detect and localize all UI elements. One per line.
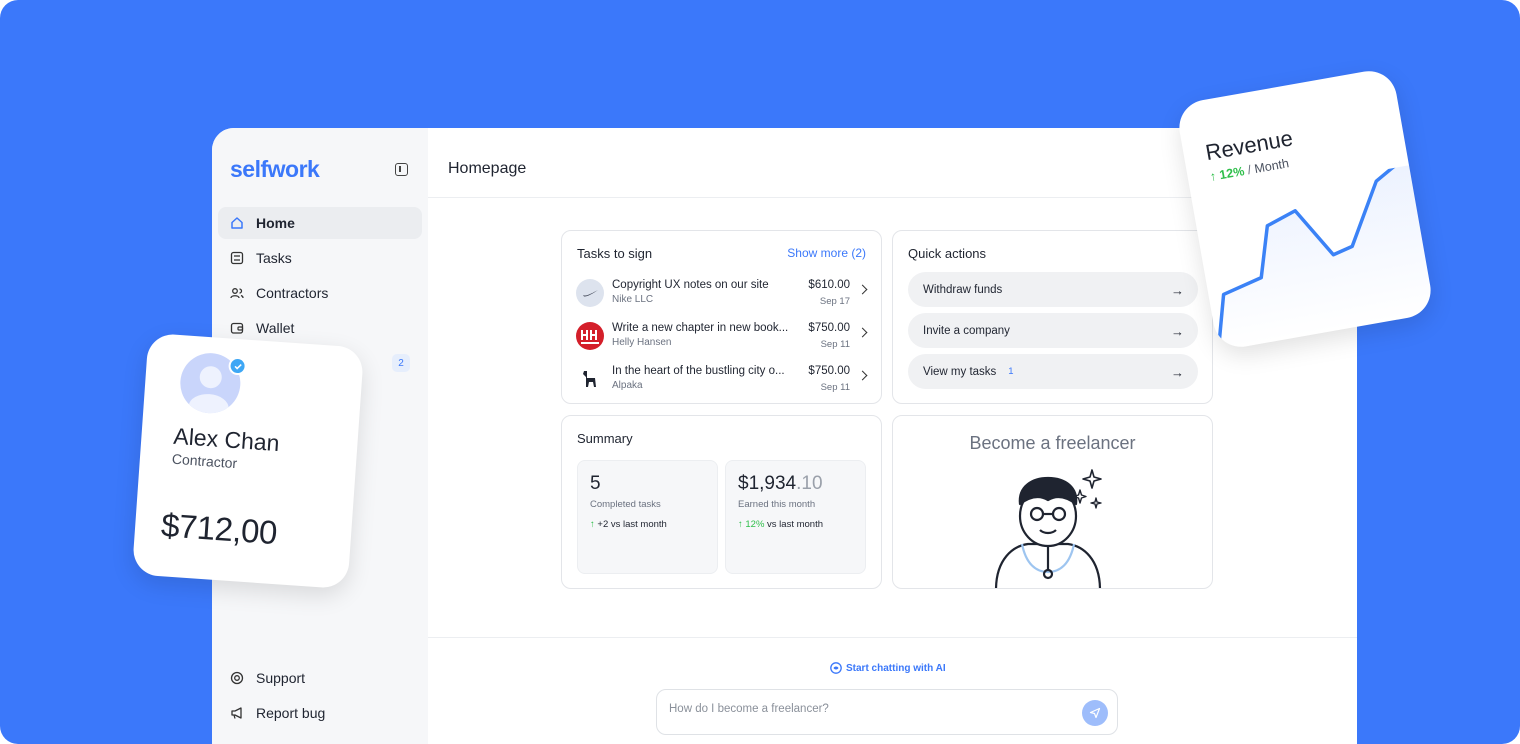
revenue-card: Revenue ↑ 12% / Month bbox=[1174, 66, 1436, 352]
send-button[interactable] bbox=[1082, 700, 1108, 726]
chevron-right-icon bbox=[857, 284, 868, 295]
show-more-link[interactable]: Show more (2) bbox=[787, 246, 866, 260]
summary-card: Summary 5 Completed tasks ↑ +2 vs last m… bbox=[561, 415, 882, 589]
arrow-right-icon: → bbox=[1171, 365, 1184, 380]
sidebar-item-home[interactable]: Home bbox=[218, 207, 422, 239]
tasks-card: Tasks to sign Show more (2) Copyright UX… bbox=[561, 230, 882, 404]
stat-value: $1,934.10 bbox=[738, 473, 823, 495]
lifebuoy-icon bbox=[230, 671, 244, 685]
completed-tasks-stat: 5 Completed tasks ↑ +2 vs last month bbox=[577, 460, 718, 574]
wallet-icon bbox=[230, 321, 244, 335]
summary-title: Summary bbox=[577, 431, 633, 446]
arrow-up-icon: ↑ bbox=[738, 519, 743, 530]
task-date: Sep 17 bbox=[819, 296, 850, 307]
task-row[interactable]: Copyright UX notes on our site Nike LLC … bbox=[576, 277, 868, 313]
task-title: In the heart of the bustling city o... bbox=[612, 365, 785, 377]
value-decimal: .10 bbox=[796, 473, 823, 494]
task-title: Write a new chapter in new book... bbox=[612, 322, 789, 334]
delta-text: +2 vs last month bbox=[597, 519, 667, 530]
quick-actions-card: Quick actions Withdraw funds → Invite a … bbox=[892, 230, 1213, 404]
value-main: $1,934 bbox=[738, 473, 797, 494]
task-amount: $610.00 bbox=[808, 279, 850, 291]
stat-label: Completed tasks bbox=[590, 499, 661, 510]
revenue-percent: 12% bbox=[1218, 164, 1246, 183]
chat-input[interactable] bbox=[669, 703, 1069, 715]
background: selfwork Home Tasks Contractors Wallet 2… bbox=[0, 0, 1520, 744]
users-icon bbox=[230, 286, 244, 300]
chevron-right-icon bbox=[857, 327, 868, 338]
helly-hansen-logo-icon bbox=[576, 322, 604, 350]
tasks-icon bbox=[230, 251, 244, 265]
arrow-right-icon: → bbox=[1171, 324, 1184, 339]
task-date: Sep 11 bbox=[820, 382, 850, 393]
freelancer-illustration bbox=[995, 469, 1102, 588]
sidebar-item-contractors[interactable]: Contractors bbox=[218, 277, 422, 309]
stat-delta: ↑ 12% vs last month bbox=[738, 519, 823, 530]
earned-stat: $1,934.10 Earned this month ↑ 12% vs las… bbox=[725, 460, 866, 574]
logo: selfwork bbox=[230, 156, 320, 182]
delta-text: vs last month bbox=[764, 519, 824, 530]
task-amount: $750.00 bbox=[808, 365, 850, 377]
sidebar-item-label: Tasks bbox=[256, 250, 292, 266]
task-client: Nike LLC bbox=[612, 294, 654, 305]
task-count-badge: 1 bbox=[1008, 366, 1014, 377]
arrow-up-icon: ↑ bbox=[1208, 169, 1218, 184]
withdraw-funds-button[interactable]: Withdraw funds → bbox=[908, 272, 1198, 307]
chat-input-box bbox=[656, 689, 1118, 735]
become-freelancer-title: Become a freelancer bbox=[969, 433, 1136, 453]
task-title: Copyright UX notes on our site bbox=[612, 279, 769, 291]
arrow-up-icon: ↑ bbox=[590, 519, 595, 530]
revenue-line-chart bbox=[1216, 165, 1436, 352]
verified-badge-icon bbox=[227, 356, 248, 376]
delta-percent: 12% bbox=[745, 519, 765, 530]
task-row[interactable]: Write a new chapter in new book... Helly… bbox=[576, 320, 868, 356]
stat-label: Earned this month bbox=[738, 499, 816, 510]
task-client: Helly Hansen bbox=[612, 337, 672, 348]
task-row[interactable]: In the heart of the bustling city o... A… bbox=[576, 363, 868, 399]
become-freelancer-card[interactable]: Become a freelancer bbox=[892, 415, 1213, 589]
invite-company-button[interactable]: Invite a company → bbox=[908, 313, 1198, 348]
quick-actions-title: Quick actions bbox=[908, 246, 987, 261]
profile-role: Contractor bbox=[171, 450, 238, 472]
button-label: Invite a company bbox=[923, 324, 1010, 337]
app-window: selfwork Home Tasks Contractors Wallet 2… bbox=[212, 128, 1357, 744]
profile-balance: $712,00 bbox=[160, 506, 279, 552]
home-icon bbox=[230, 216, 244, 230]
sidebar-item-support[interactable]: Support bbox=[218, 662, 422, 694]
view-my-tasks-button[interactable]: View my tasks 1 → bbox=[908, 354, 1198, 389]
ai-icon bbox=[830, 662, 842, 674]
nav-badge: 2 bbox=[392, 354, 410, 372]
sidebar-item-tasks[interactable]: Tasks bbox=[218, 242, 422, 274]
start-chat-ai-link[interactable]: Start chatting with AI bbox=[830, 662, 946, 674]
send-icon bbox=[1089, 707, 1101, 719]
chat-link-label: Start chatting with AI bbox=[846, 662, 946, 674]
button-label: Withdraw funds bbox=[923, 283, 1003, 296]
sidebar-item-label: Contractors bbox=[256, 285, 329, 301]
tasks-card-title: Tasks to sign bbox=[577, 246, 653, 261]
button-label: View my tasks bbox=[923, 365, 997, 378]
stat-value: 5 bbox=[590, 473, 601, 494]
megaphone-icon bbox=[230, 706, 244, 720]
chevron-right-icon bbox=[857, 370, 868, 381]
alpaka-logo-icon bbox=[576, 365, 604, 393]
sidebar-item-label: Report bug bbox=[256, 705, 326, 721]
sidebar-item-report-bug[interactable]: Report bug bbox=[218, 697, 422, 729]
stat-delta: ↑ +2 vs last month bbox=[590, 519, 667, 530]
revenue-period: Month bbox=[1253, 156, 1290, 177]
task-client: Alpaka bbox=[612, 380, 643, 391]
page-title: Homepage bbox=[448, 160, 527, 177]
nike-logo-icon bbox=[576, 279, 604, 307]
sidebar-item-label: Wallet bbox=[256, 320, 295, 336]
sidebar-item-label: Support bbox=[256, 670, 306, 686]
task-amount: $750.00 bbox=[808, 322, 850, 334]
arrow-right-icon: → bbox=[1171, 283, 1184, 298]
profile-card: Alex Chan Contractor $712,00 bbox=[131, 332, 365, 590]
divider bbox=[428, 637, 1357, 638]
task-date: Sep 11 bbox=[820, 339, 850, 350]
collapse-sidebar-icon[interactable] bbox=[395, 163, 408, 176]
sidebar-item-label: Home bbox=[256, 215, 295, 231]
